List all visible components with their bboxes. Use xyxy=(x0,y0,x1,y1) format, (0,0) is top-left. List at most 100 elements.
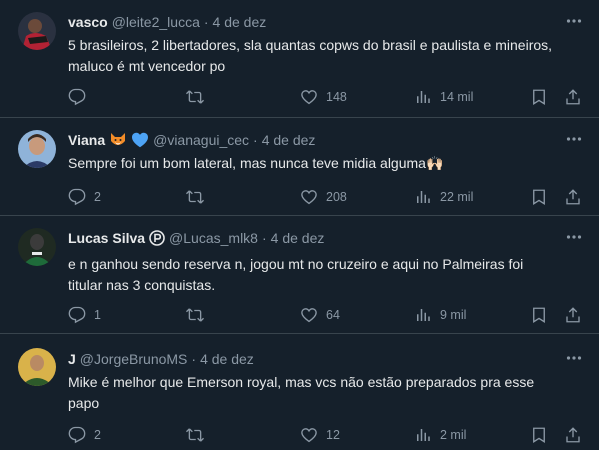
username[interactable]: @JorgeBrunoMS xyxy=(80,351,188,367)
username[interactable]: @Lucas_mlk8 xyxy=(169,230,258,246)
views-icon xyxy=(417,309,430,321)
bookmark-button[interactable] xyxy=(530,86,548,108)
bookmark-icon xyxy=(533,427,545,443)
share-button[interactable] xyxy=(564,186,582,208)
bookmark-button[interactable] xyxy=(530,304,548,326)
reply-icon xyxy=(68,426,86,444)
tweet-header: Viana @vianagui_cec · 4 de dez xyxy=(68,130,559,150)
reply-icon xyxy=(68,188,86,206)
bookmark-icon xyxy=(533,189,545,205)
tweet[interactable]: Lucas Silva @Lucas_mlk8 · 4 de dez e n g… xyxy=(0,216,599,334)
views-button[interactable]: 9 mil xyxy=(414,304,466,326)
avatar[interactable] xyxy=(18,130,56,168)
like-button[interactable]: 148 xyxy=(300,86,347,108)
like-count: 208 xyxy=(326,190,347,204)
reply-button[interactable]: 2 xyxy=(68,424,101,446)
reply-icon xyxy=(68,88,86,106)
retweet-icon xyxy=(186,308,204,322)
separator-dot: · xyxy=(191,351,197,367)
tweet-text: 5 brasileiros, 2 libertadores, sla quant… xyxy=(68,35,575,77)
tweet-text-line: Sempre foi um bom lateral, mas nunca tev… xyxy=(68,155,444,171)
reply-count: 1 xyxy=(94,308,101,322)
retweet-button[interactable] xyxy=(186,186,212,208)
views-count: 22 mil xyxy=(440,190,474,204)
retweet-button[interactable] xyxy=(186,424,212,446)
views-count: 14 mil xyxy=(440,90,474,104)
blue-heart-emoji-icon xyxy=(131,132,149,148)
share-icon xyxy=(566,307,580,323)
tweet-text-line: titular nas 3 conquistas. xyxy=(68,277,216,293)
reply-button[interactable]: 2 xyxy=(68,186,101,208)
share-icon xyxy=(566,89,580,105)
action-bar: 2 12 2 mil xyxy=(68,424,585,446)
timestamp[interactable]: 4 de dez xyxy=(213,14,267,30)
views-icon xyxy=(417,191,430,203)
retweet-button[interactable] xyxy=(186,86,212,108)
share-button[interactable] xyxy=(564,86,582,108)
tweet-text-line: e n ganhou sendo reserva n, jogou mt no … xyxy=(68,256,524,272)
tweet-text-line: papo xyxy=(68,395,100,411)
retweet-button[interactable] xyxy=(186,304,212,326)
retweet-icon xyxy=(186,190,204,204)
bookmark-button[interactable] xyxy=(530,424,548,446)
tweet-header: J @JorgeBrunoMS · 4 de dez xyxy=(68,349,559,369)
fox-emoji-icon xyxy=(109,132,127,148)
more-options-icon[interactable] xyxy=(563,226,585,248)
timestamp[interactable]: 4 de dez xyxy=(262,132,316,148)
more-options-icon[interactable] xyxy=(563,128,585,150)
tweet-text: Sempre foi um bom lateral, mas nunca tev… xyxy=(68,153,575,174)
tweet[interactable]: J @JorgeBrunoMS · 4 de dez Mike é melhor… xyxy=(0,334,599,450)
views-count: 9 mil xyxy=(440,308,467,322)
tweet-text: e n ganhou sendo reserva n, jogou mt no … xyxy=(68,254,575,296)
display-name[interactable]: vasco xyxy=(68,14,108,30)
like-button[interactable]: 208 xyxy=(300,186,347,208)
avatar[interactable] xyxy=(18,228,56,266)
separator-dot: · xyxy=(261,230,267,246)
views-button[interactable]: 14 mil xyxy=(414,86,473,108)
timestamp[interactable]: 4 de dez xyxy=(271,230,325,246)
avatar[interactable] xyxy=(18,12,56,50)
reply-button[interactable] xyxy=(68,86,94,108)
reply-count: 2 xyxy=(94,190,101,204)
display-name[interactable]: Lucas Silva xyxy=(68,230,145,246)
action-bar: 2 208 22 mil xyxy=(68,186,585,208)
views-button[interactable]: 22 mil xyxy=(414,186,473,208)
username[interactable]: @vianagui_cec xyxy=(153,132,249,148)
tweet-text: Mike é melhor que Emerson royal, mas vcs… xyxy=(68,372,575,414)
separator-dot: · xyxy=(253,132,258,148)
reply-button[interactable]: 1 xyxy=(68,304,101,326)
tweet[interactable]: vasco @leite2_lucca · 4 de dez 5 brasile… xyxy=(0,0,599,118)
share-icon xyxy=(566,189,580,205)
bookmark-button[interactable] xyxy=(530,186,548,208)
heart-icon xyxy=(301,308,317,323)
display-name[interactable]: Viana xyxy=(68,132,105,148)
action-bar: 1 64 9 mil xyxy=(68,304,585,326)
tweet-text-line: 5 brasileiros, 2 libertadores, sla quant… xyxy=(68,37,553,53)
share-button[interactable] xyxy=(564,424,582,446)
retweet-icon xyxy=(186,428,204,442)
palmeiras-p-icon xyxy=(149,230,165,246)
reply-icon xyxy=(68,306,86,324)
more-options-icon[interactable] xyxy=(563,347,585,369)
heart-icon xyxy=(301,190,317,205)
like-button[interactable]: 12 xyxy=(300,424,340,446)
views-button[interactable]: 2 mil xyxy=(414,424,466,446)
bookmark-icon xyxy=(533,307,545,323)
like-button[interactable]: 64 xyxy=(300,304,340,326)
tweet-header: vasco @leite2_lucca · 4 de dez xyxy=(68,12,559,32)
tweet-text-line: maluco é mt vencedor po xyxy=(68,58,226,74)
like-count: 12 xyxy=(326,428,340,442)
username[interactable]: @leite2_lucca xyxy=(112,14,200,30)
tweet[interactable]: Viana @vianagui_cec · 4 de dez Sempre fo… xyxy=(0,118,599,216)
retweet-icon xyxy=(186,90,204,104)
action-bar: 148 14 mil xyxy=(68,86,585,108)
display-name[interactable]: J xyxy=(68,351,76,367)
like-count: 64 xyxy=(326,308,340,322)
avatar[interactable] xyxy=(18,348,56,386)
heart-icon xyxy=(301,428,317,443)
share-button[interactable] xyxy=(564,304,582,326)
views-icon xyxy=(417,91,430,103)
timestamp[interactable]: 4 de dez xyxy=(200,351,254,367)
tweet-text-line: Mike é melhor que Emerson royal, mas vcs… xyxy=(68,374,535,390)
more-options-icon[interactable] xyxy=(563,10,585,32)
